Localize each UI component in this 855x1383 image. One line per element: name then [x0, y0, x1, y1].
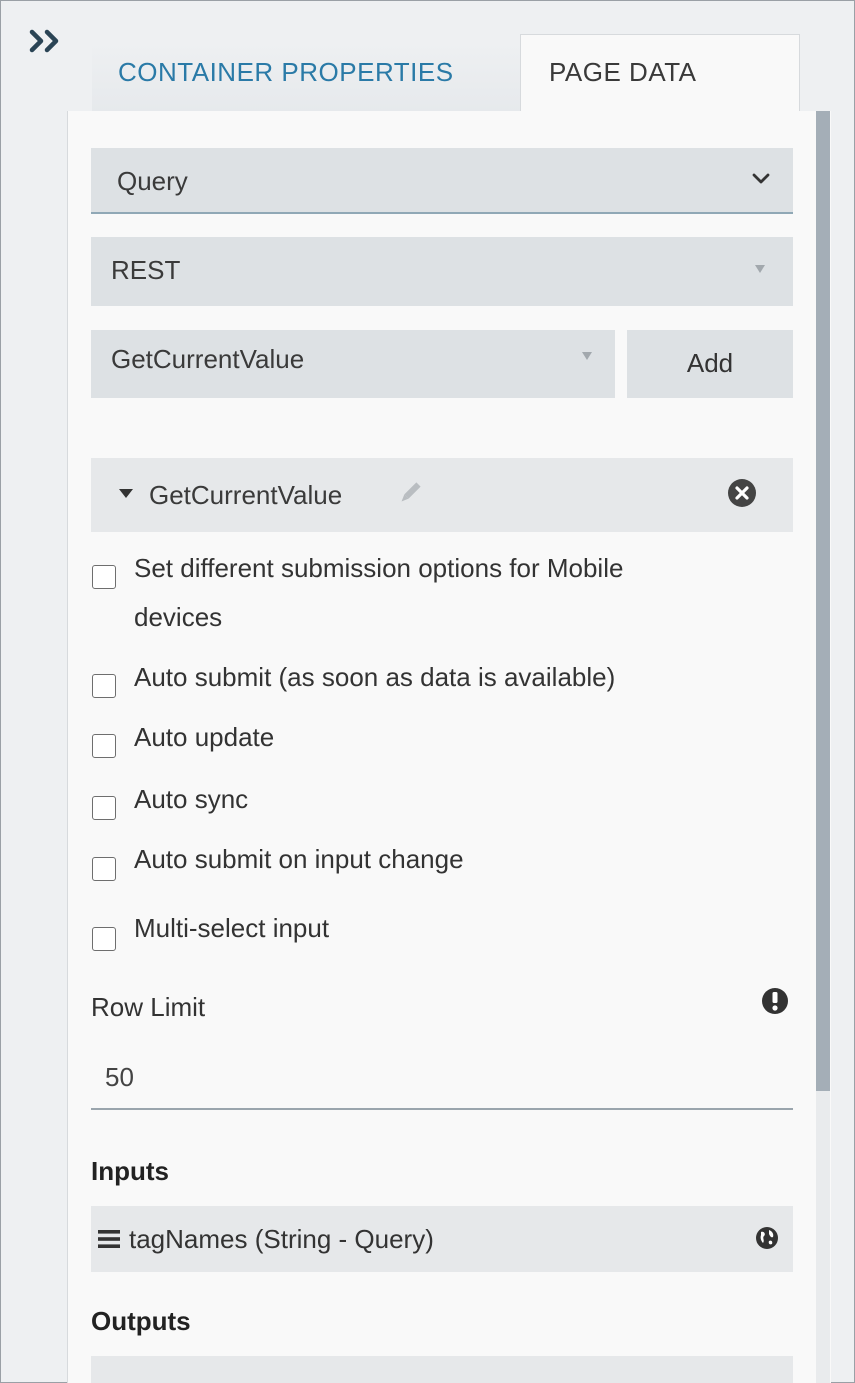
auto-update-label: Auto update	[134, 722, 275, 752]
query-name-select[interactable]: GetCurrentValue	[91, 330, 615, 398]
row-limit-input[interactable]: 50	[91, 1046, 793, 1110]
mobile-options-label-line2: devices	[134, 602, 223, 632]
caret-down-icon	[582, 352, 592, 360]
hamburger-icon[interactable]	[98, 1230, 120, 1248]
tab-container-properties-label: CONTAINER PROPERTIES	[118, 57, 454, 87]
exclamation-icon[interactable]	[760, 986, 790, 1016]
multi-select-input-checkbox[interactable]	[92, 927, 116, 951]
query-header[interactable]: GetCurrentValue	[91, 458, 793, 532]
auto-submit-input-change-label: Auto submit on input change	[134, 844, 464, 874]
tab-page-data-label: PAGE DATA	[549, 57, 697, 87]
auto-sync-checkbox[interactable]	[92, 796, 116, 820]
auto-sync-label: Auto sync	[134, 784, 249, 814]
mobile-options-checkbox[interactable]	[92, 565, 116, 589]
tab-page-data[interactable]: PAGE DATA	[520, 34, 800, 114]
service-type-select[interactable]: REST	[91, 237, 793, 306]
pencil-icon[interactable]	[397, 480, 423, 506]
auto-update-checkbox[interactable]	[92, 734, 116, 758]
input-item-label: tagNames (String - Query)	[129, 1224, 434, 1254]
input-item[interactable]: tagNames (String - Query)	[91, 1206, 793, 1272]
scrollbar-thumb[interactable]	[816, 111, 830, 1091]
auto-submit-checkbox[interactable]	[92, 674, 116, 698]
mobile-options-label: Set different submission options for Mob…	[134, 553, 624, 583]
query-name-value: GetCurrentValue	[111, 344, 305, 374]
add-button[interactable]: Add	[627, 330, 793, 398]
caret-down-icon	[755, 265, 765, 273]
outputs-section-title: Outputs	[91, 1306, 191, 1336]
query-type-value: Query	[117, 166, 188, 196]
globe-icon[interactable]	[755, 1226, 779, 1250]
chevron-down-icon	[752, 173, 770, 184]
row-limit-value: 50	[105, 1062, 134, 1092]
output-item[interactable]	[91, 1356, 793, 1383]
row-limit-label: Row Limit	[91, 992, 206, 1022]
query-name-title: GetCurrentValue	[149, 480, 343, 510]
caret-down-icon[interactable]	[119, 489, 133, 499]
auto-submit-input-change-checkbox[interactable]	[92, 857, 116, 881]
query-type-select[interactable]: Query	[91, 148, 793, 214]
double-chevron-right-icon[interactable]	[28, 26, 68, 60]
service-type-value: REST	[111, 255, 181, 285]
tab-container-properties[interactable]: CONTAINER PROPERTIES	[92, 42, 520, 112]
inputs-section-title: Inputs	[91, 1156, 169, 1186]
multi-select-input-label: Multi-select input	[134, 913, 330, 943]
auto-submit-label: Auto submit (as soon as data is availabl…	[134, 662, 616, 692]
close-circle-icon[interactable]	[727, 478, 757, 508]
